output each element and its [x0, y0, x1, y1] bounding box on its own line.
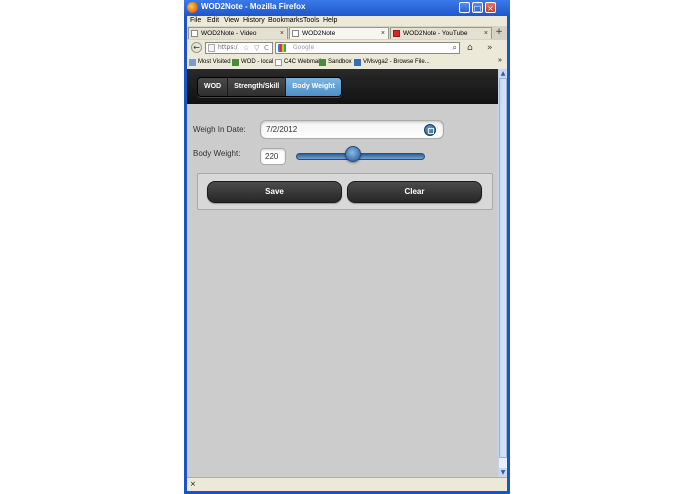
page-icon [354, 59, 361, 66]
youtube-icon [393, 30, 400, 37]
bookmark-label: VMsvga2 - Browse File... [363, 59, 430, 65]
menu-file[interactable]: File [190, 17, 201, 24]
menu-bar: File Edit View History Bookmarks Tools H… [187, 16, 507, 26]
search-icon[interactable]: ⌕ [453, 43, 457, 53]
window-title: WOD2Note - Mozilla Firefox [201, 2, 306, 11]
menu-view[interactable]: View [224, 17, 239, 24]
url-text: https:/ [218, 44, 238, 51]
body-weight-field[interactable]: 220 [260, 148, 286, 165]
maximize-button[interactable]: □ [472, 2, 483, 13]
star-icon[interactable]: ☆ [243, 43, 249, 53]
bookmark-vmsvga2[interactable]: VMsvga2 - Browse File... [354, 58, 430, 67]
back-button[interactable]: ← [191, 42, 202, 53]
menu-history[interactable]: History [243, 17, 265, 24]
close-status-icon[interactable]: × [190, 478, 196, 490]
browser-window: WOD2Note - Mozilla Firefox _ □ × File Ed… [184, 0, 510, 494]
close-tab-icon[interactable]: × [280, 28, 284, 39]
url-dropdown-icon[interactable]: ▽ [254, 43, 259, 53]
scroll-up-icon[interactable]: ▲ [499, 69, 507, 78]
bookmark-c4c-webmail[interactable]: C4C Webmail [275, 58, 321, 67]
menu-edit[interactable]: Edit [207, 17, 219, 24]
tab-label: WOD2Note [302, 30, 336, 37]
tab-label: WOD2Note - Video [201, 30, 257, 37]
google-icon[interactable] [278, 44, 286, 52]
toolbar-overflow-icon[interactable]: » [487, 42, 493, 54]
menu-help[interactable]: Help [323, 17, 337, 24]
search-placeholder: Google [293, 44, 315, 51]
action-buttons: Save Clear [197, 173, 493, 210]
close-tab-icon[interactable]: × [484, 28, 488, 39]
body-weight-slider-handle[interactable] [344, 146, 361, 162]
tab-strength-skill[interactable]: Strength/Skill [228, 78, 287, 96]
page-icon [275, 59, 282, 66]
body-weight-value: 220 [265, 152, 279, 161]
reload-icon[interactable]: C [264, 43, 269, 53]
tab-wod[interactable]: WOD [198, 78, 229, 96]
bookmark-label: Most Visited [198, 59, 231, 65]
tab-body-weight[interactable]: Body Weight [286, 78, 341, 96]
close-window-button[interactable]: × [485, 2, 496, 13]
bookmark-wod-local[interactable]: WOD - local [232, 58, 273, 67]
vertical-scrollbar[interactable]: ▲ ▼ [498, 69, 507, 477]
menu-bookmarks[interactable]: Bookmarks [268, 17, 303, 24]
tab-wod2note[interactable]: WOD2Note × [289, 27, 389, 39]
tab-youtube[interactable]: WOD2Note - YouTube × [390, 27, 492, 39]
site-identity-icon[interactable] [208, 44, 215, 52]
folder-icon [189, 59, 196, 66]
menu-tools[interactable]: Tools [303, 17, 319, 24]
close-tab-icon[interactable]: × [381, 28, 385, 39]
bookmark-most-visited[interactable]: Most Visited [189, 58, 231, 67]
clear-button[interactable]: Clear [347, 181, 482, 203]
tab-video[interactable]: WOD2Note - Video × [188, 27, 288, 39]
weigh-in-date-field[interactable]: 7/2/2012 [260, 120, 444, 139]
weigh-in-date-label: Weigh In Date: [193, 125, 246, 134]
bookmark-label: C4C Webmail [284, 59, 321, 65]
bookmarks-overflow-icon[interactable]: » [498, 57, 502, 64]
scrollbar-thumb[interactable] [499, 78, 507, 458]
calendar-icon[interactable] [424, 124, 436, 136]
page-content: WOD Strength/Skill Body Weight Weigh In … [187, 69, 498, 477]
weigh-in-date-value: 7/2/2012 [266, 125, 298, 134]
bookmarks-toolbar: Most Visited WOD - local C4C Webmail San… [187, 56, 507, 69]
status-bar: × [187, 477, 507, 491]
search-bar[interactable]: Google ⌕ [275, 42, 460, 54]
app-header: WOD Strength/Skill Body Weight [187, 69, 498, 104]
home-icon[interactable]: ⌂ [467, 42, 473, 54]
navigation-bar: ← https:/ ☆ ▽ C Google ⌕ ⌂ » [187, 40, 507, 56]
new-tab-button[interactable]: + [493, 27, 505, 39]
page-icon [191, 30, 198, 37]
segmented-control: WOD Strength/Skill Body Weight [197, 77, 342, 97]
page-icon [292, 30, 299, 37]
bookmark-label: WOD - local [241, 59, 274, 65]
browser-client: File Edit View History Bookmarks Tools H… [187, 16, 507, 491]
title-bar: WOD2Note - Mozilla Firefox _ □ × [184, 0, 510, 16]
minimize-button[interactable]: _ [459, 2, 470, 13]
url-bar[interactable]: https:/ ☆ ▽ C [205, 42, 273, 54]
body-weight-label: Body Weight: [193, 149, 241, 158]
tab-label: WOD2Note - YouTube [403, 30, 468, 37]
page-icon [232, 59, 239, 66]
tab-strip: WOD2Note - Video × WOD2Note × WOD2Note -… [187, 26, 507, 40]
page-icon [319, 59, 326, 66]
save-button[interactable]: Save [207, 181, 342, 203]
firefox-logo-icon [187, 2, 198, 13]
bookmark-sandbox[interactable]: Sandbox [319, 58, 352, 67]
scroll-down-icon[interactable]: ▼ [499, 468, 507, 477]
bookmark-label: Sandbox [328, 59, 352, 65]
